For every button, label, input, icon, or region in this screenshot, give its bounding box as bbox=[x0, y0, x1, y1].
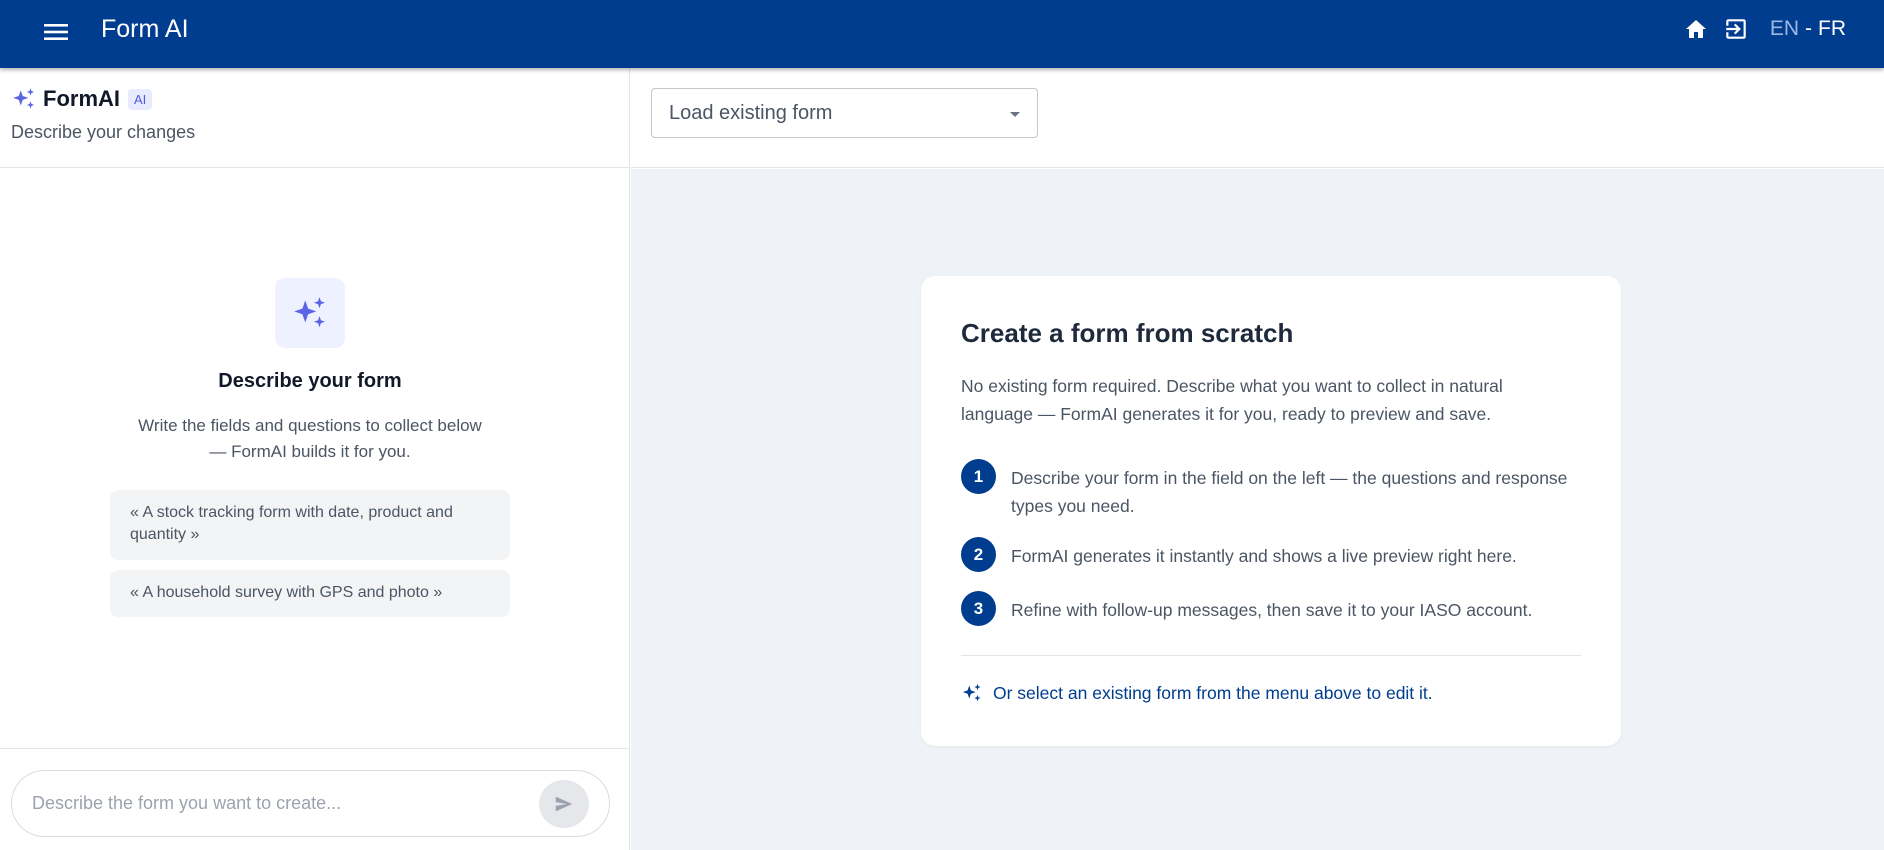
appbar-actions: EN - FR bbox=[1672, 14, 1846, 44]
sparkles-icon bbox=[294, 297, 326, 328]
sparkles-tile bbox=[275, 278, 345, 348]
step-number: 1 bbox=[961, 459, 996, 494]
step-number: 3 bbox=[961, 591, 996, 626]
composer bbox=[11, 770, 610, 837]
app-bar: Form AI EN - FR bbox=[0, 0, 1884, 68]
logout-icon bbox=[1726, 19, 1746, 39]
load-form-select[interactable]: Load existing form bbox=[651, 88, 1038, 138]
caret-down-icon bbox=[1010, 112, 1020, 117]
load-form-placeholder: Load existing form bbox=[669, 101, 833, 124]
prompt-input[interactable] bbox=[32, 771, 532, 836]
select-existing-text: Or select an existing form from the menu… bbox=[993, 682, 1433, 703]
lang-en[interactable]: EN bbox=[1770, 17, 1799, 41]
send-button[interactable] bbox=[539, 780, 589, 828]
menu-button[interactable] bbox=[40, 16, 72, 48]
lang-fr[interactable]: FR bbox=[1818, 17, 1846, 41]
form-toolbar: Load existing form bbox=[631, 68, 1884, 168]
home-icon bbox=[1685, 20, 1706, 38]
brand-name: FormAI bbox=[43, 86, 120, 111]
select-existing-link[interactable]: Or select an existing form from the menu… bbox=[961, 682, 1433, 704]
home-button[interactable] bbox=[1680, 13, 1712, 45]
composer-area bbox=[0, 748, 630, 850]
intro-card: Create a form from scratch No existing f… bbox=[921, 276, 1621, 746]
preview-area: Create a form from scratch No existing f… bbox=[631, 169, 1884, 850]
logout-button[interactable] bbox=[1720, 13, 1752, 45]
language-switcher: EN - FR bbox=[1770, 17, 1846, 41]
menu-icon bbox=[44, 24, 68, 40]
chat-empty-state: Describe your form Write the fields and … bbox=[0, 168, 630, 748]
brand-row: FormAI AI bbox=[11, 86, 153, 112]
sparkles-icon bbox=[13, 88, 35, 109]
step-text: FormAI generates it instantly and shows … bbox=[1011, 546, 1517, 566]
step-number: 2 bbox=[961, 537, 996, 572]
suggestion-chip[interactable]: « A household survey with GPS and photo … bbox=[110, 570, 510, 617]
empty-state-text: Write the fields and questions to collec… bbox=[138, 416, 482, 461]
step-text: Refine with follow-up messages, then sav… bbox=[1011, 600, 1533, 620]
send-icon bbox=[555, 796, 573, 812]
sparkles-icon bbox=[962, 683, 981, 702]
card-intro: No existing form required. Describe what… bbox=[961, 376, 1503, 424]
suggestion-chip[interactable]: « A stock tracking form with date, produ… bbox=[110, 490, 510, 560]
lang-separator: - bbox=[1805, 17, 1812, 40]
card-title: Create a form from scratch bbox=[961, 318, 1294, 348]
step-text: Describe your form in the field on the l… bbox=[1011, 468, 1568, 516]
chat-subtitle: Describe your changes bbox=[11, 122, 196, 142]
chat-header: FormAI AI Describe your changes bbox=[0, 68, 630, 168]
chat-panel: FormAI AI Describe your changes Describe… bbox=[0, 68, 630, 850]
app-title: Form AI bbox=[101, 15, 189, 43]
empty-state-title: Describe your form bbox=[218, 370, 402, 392]
card-divider bbox=[961, 655, 1581, 656]
ai-badge: AI bbox=[128, 88, 153, 110]
